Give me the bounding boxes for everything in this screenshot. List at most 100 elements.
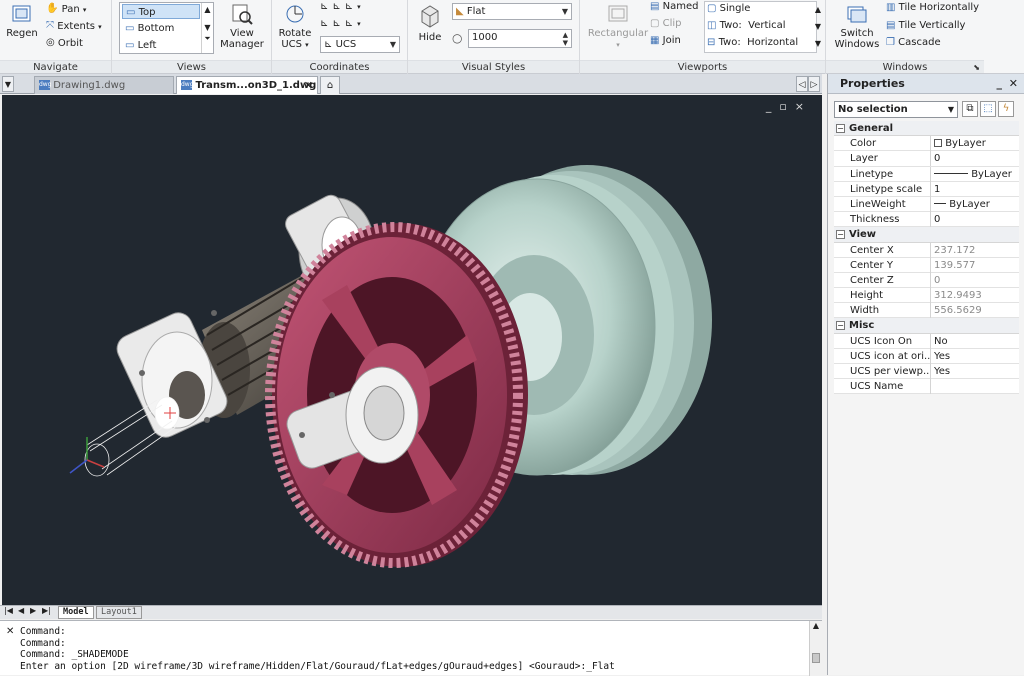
prop-row-lineweight[interactable]: LineWeight ByLayer bbox=[834, 196, 1019, 213]
close-icon[interactable]: ✕ bbox=[1009, 74, 1018, 94]
orbit-button[interactable]: ◎ Orbit bbox=[46, 36, 83, 51]
prop-row-thickness[interactable]: Thickness 0 bbox=[834, 212, 1019, 228]
close-viewport-icon[interactable]: × bbox=[795, 100, 812, 113]
views-list[interactable]: ▭ Top ▭ Bottom ▭ Left ▲ ▼ ⏷ bbox=[119, 2, 214, 54]
tab-model[interactable]: Model bbox=[58, 606, 94, 619]
chevron-down-icon: ▼ bbox=[561, 7, 568, 16]
views-list-scrollbar[interactable]: ▲ ▼ ⏷ bbox=[201, 3, 213, 53]
named-viewports-button[interactable]: ▤ Named bbox=[650, 0, 699, 15]
command-line[interactable]: ✕ Command: Command: Command: _SHADEMODE … bbox=[0, 620, 822, 676]
prop-row-linetype[interactable]: Linetype ByLayer bbox=[834, 166, 1019, 182]
tab-layout1[interactable]: Layout1 bbox=[96, 606, 142, 619]
prop-row-ucs-icon-on[interactable]: UCS Icon On No bbox=[834, 333, 1019, 349]
selection-dropdown[interactable]: No selection ▼ bbox=[834, 101, 958, 118]
layout-nav-prev[interactable]: ◀ bbox=[18, 606, 24, 615]
prop-row-linetype-scale[interactable]: Linetype scale 1 bbox=[834, 181, 1019, 197]
view-manager-button[interactable]: View Manager bbox=[218, 2, 266, 50]
layout-nav-last[interactable]: ▶| bbox=[42, 606, 51, 615]
lineweight-sample-icon bbox=[934, 203, 946, 205]
select-objects-icon[interactable]: ⬚ bbox=[980, 101, 996, 117]
view-manager-icon bbox=[232, 4, 253, 25]
category-view[interactable]: − View bbox=[834, 227, 1019, 243]
minimize-viewport-icon[interactable]: _ bbox=[766, 100, 780, 113]
views-list-item-left[interactable]: ▭ Left bbox=[122, 38, 200, 53]
ucs-combo[interactable]: ⊾ UCS ▼ bbox=[320, 36, 400, 53]
prop-value: ByLayer bbox=[945, 138, 986, 150]
toggle-pickadd-icon[interactable]: ⧉ bbox=[962, 101, 978, 117]
rectangular-button[interactable]: Rectangular ▾ bbox=[586, 2, 650, 51]
prop-value: 0 bbox=[934, 153, 941, 165]
viewport-config-list[interactable]: ▢ Single ◫ Two: Vertical ⊟ Two: Horizont… bbox=[704, 1, 817, 53]
close-icon[interactable]: ✕ bbox=[304, 77, 313, 94]
layout-nav-next[interactable]: ▶ bbox=[30, 606, 36, 615]
pan-label: Pan bbox=[61, 4, 80, 15]
prop-row-height[interactable]: Height 312.9493 bbox=[834, 288, 1019, 304]
dwg-file-icon: dwg bbox=[39, 80, 52, 90]
two-horizontal-b: Horizontal bbox=[747, 37, 799, 48]
hide-button[interactable]: Hide bbox=[414, 2, 446, 43]
category-general[interactable]: − General bbox=[834, 121, 1019, 137]
value-stepper[interactable]: 1000 ▲ ▼ bbox=[468, 29, 572, 48]
ucs-tools-row-1[interactable]: ⊾⊾⊾▾ bbox=[320, 0, 365, 15]
layout-nav-first[interactable]: |◀ bbox=[4, 606, 13, 615]
tab-drawing1-label: Drawing1.dwg bbox=[53, 80, 126, 91]
command-history-line: Enter an option [2D wireframe/3D wirefra… bbox=[20, 660, 615, 672]
switch-windows-button[interactable]: Switch Windows bbox=[832, 2, 882, 50]
scroll-thumb[interactable] bbox=[812, 653, 820, 663]
rotate-ucs-button[interactable]: Rotate UCS ▾ bbox=[276, 2, 314, 51]
panel-title-visual-styles: Visual Styles bbox=[408, 60, 579, 73]
views-list-item-top[interactable]: ▭ Top bbox=[122, 4, 200, 19]
prop-row-ucs-per-viewport[interactable]: UCS per viewp... Yes bbox=[834, 364, 1019, 380]
quick-select-icon[interactable]: ϟ bbox=[998, 101, 1014, 117]
minimize-icon[interactable]: _ bbox=[997, 74, 1003, 94]
chevron-down-icon: ▾ bbox=[357, 20, 365, 28]
extents-button[interactable]: ⤧ Extents ▾ bbox=[46, 19, 102, 34]
tab-drawing1[interactable]: dwg Drawing1.dwg bbox=[34, 76, 174, 94]
transmission-3d-model[interactable] bbox=[2, 95, 822, 605]
tile-horizontally-icon: ▥ bbox=[886, 2, 896, 13]
views-list-item-bottom[interactable]: ▭ Bottom bbox=[122, 21, 200, 36]
ucs-z-icon: ⊾ bbox=[344, 18, 358, 29]
viewport-two-vertical[interactable]: ◫ Two: Vertical bbox=[707, 19, 786, 34]
scroll-up-icon[interactable]: ▲ bbox=[810, 621, 822, 630]
left-view-icon: ▭ bbox=[125, 40, 135, 51]
collapse-icon[interactable]: − bbox=[836, 230, 845, 240]
prop-row-ucs-name[interactable]: UCS Name bbox=[834, 379, 1019, 395]
new-tab-button[interactable]: ⌂ bbox=[320, 76, 340, 94]
tab-transmission[interactable]: dwg Transm...on3D_1.dwg ✕ bbox=[176, 76, 318, 94]
category-misc[interactable]: − Misc bbox=[834, 318, 1019, 334]
tab-scroll-left[interactable]: ◁ bbox=[796, 76, 808, 92]
prop-row-ucs-icon-at-origin[interactable]: UCS icon at ori... Yes bbox=[834, 348, 1019, 364]
command-scrollbar[interactable]: ▲ bbox=[809, 621, 822, 676]
restore-viewport-icon[interactable]: ▫ bbox=[779, 100, 794, 113]
tab-scroll-right[interactable]: ▷ bbox=[808, 76, 820, 92]
ucs-tools-row-2[interactable]: ⊾⊾⊾▾ bbox=[320, 17, 365, 32]
dialog-launcher-icon[interactable]: ⬊ bbox=[973, 61, 980, 74]
prop-row-center-y[interactable]: Center Y 139.577 bbox=[834, 257, 1019, 273]
prop-row-color[interactable]: Color ByLayer bbox=[834, 136, 1019, 152]
viewport-two-horizontal[interactable]: ⊟ Two: Horizontal bbox=[707, 36, 798, 51]
viewport-config-scrollbar[interactable]: ▲ ▼ ▼ bbox=[812, 1, 824, 53]
prop-row-width[interactable]: Width 556.5629 bbox=[834, 303, 1019, 319]
rotate-ucs-line1: Rotate bbox=[278, 28, 312, 39]
collapse-icon[interactable]: − bbox=[836, 321, 845, 331]
prop-row-center-x[interactable]: Center X 237.172 bbox=[834, 242, 1019, 258]
visual-style-combo[interactable]: ◣ Flat ▼ bbox=[452, 3, 572, 20]
cascade-button[interactable]: ❐ Cascade bbox=[886, 36, 941, 51]
close-icon[interactable]: ✕ bbox=[6, 626, 14, 637]
properties-title: Properties bbox=[840, 77, 905, 90]
clip-button[interactable]: ▢ Clip bbox=[650, 17, 682, 32]
prop-row-center-z[interactable]: Center Z0 bbox=[834, 272, 1019, 289]
viewport-single[interactable]: ▢ Single bbox=[707, 2, 750, 17]
tab-list-dropdown[interactable]: ▼ bbox=[2, 76, 14, 92]
spin-arrows-icon[interactable]: ▲ ▼ bbox=[563, 31, 568, 47]
tile-horizontally-button[interactable]: ▥ Tile Horizontally bbox=[886, 1, 979, 16]
join-button[interactable]: ▦ Join bbox=[650, 34, 681, 49]
tile-vertically-button[interactable]: ▤ Tile Vertically bbox=[886, 19, 965, 34]
regen-button[interactable]: Regen bbox=[6, 2, 38, 39]
prop-row-layer[interactable]: Layer 0 bbox=[834, 151, 1019, 167]
collapse-icon[interactable]: − bbox=[836, 124, 845, 133]
pan-button[interactable]: ✋ Pan ▾ bbox=[46, 2, 86, 17]
prop-value: Yes bbox=[934, 350, 951, 362]
drawing-viewport[interactable]: _▫× bbox=[2, 95, 822, 605]
